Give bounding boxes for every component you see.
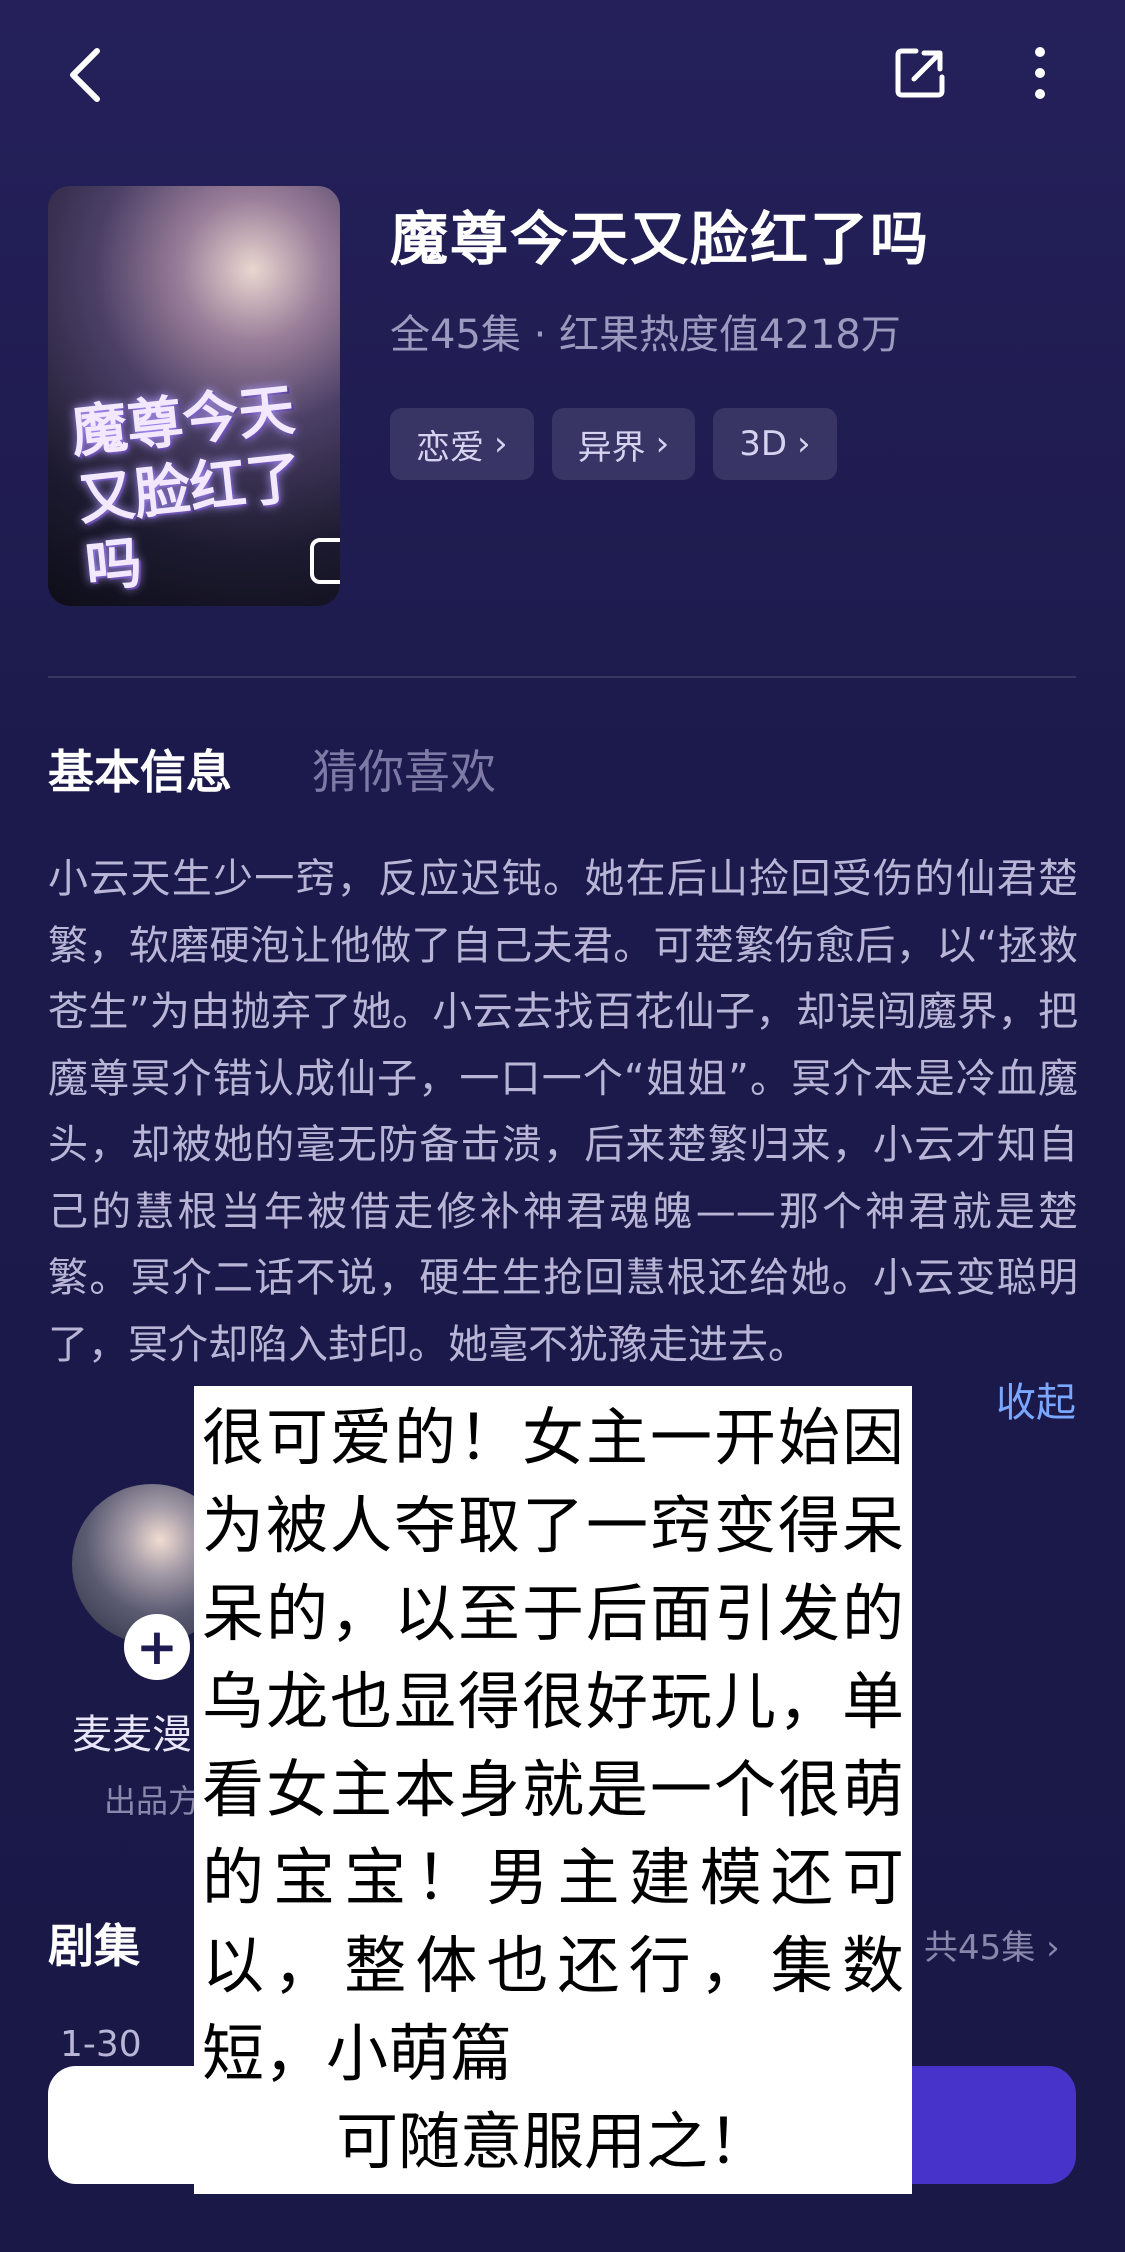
episodes-total-label: 共45集	[924, 1928, 1036, 1968]
chevron-right-icon: ›	[494, 424, 508, 464]
producer-role: 出品方	[104, 1782, 201, 1820]
cover-image-icon	[310, 538, 340, 584]
drama-cover[interactable]: 魔尊今天又脸红了吗	[48, 186, 340, 606]
chevron-right-icon: ›	[655, 424, 670, 464]
chevron-right-icon: ›	[797, 424, 811, 464]
share-button[interactable]	[880, 38, 960, 108]
synopsis-text: 小云天生少一窍，反应迟钝。她在后山捡回受伤的仙君楚繁，软磨硬泡让他做了自己夫君。…	[48, 856, 1078, 1368]
overlay-text: 很可爱的！女主一开始因为被人夺取了一窍变得呆呆的，以至于后面引发的乌龙也显得很好…	[202, 1401, 904, 2090]
tag-romance[interactable]: 恋爱 ›	[390, 408, 534, 480]
cover-title: 魔尊今天又脸红了吗	[68, 376, 305, 601]
collapse-link[interactable]: 收起	[996, 1370, 1076, 1428]
comment-overlay: 很可爱的！女主一开始因为被人夺取了一窍变得呆呆的，以至于后面引发的乌龙也显得很好…	[194, 1386, 912, 2194]
tag-label: 恋爱	[416, 427, 484, 468]
producer-name: 麦麦漫	[72, 1712, 192, 1758]
back-button[interactable]	[50, 40, 120, 110]
tag-label: 异界	[577, 427, 646, 468]
drama-title: 魔尊今天又脸红了吗	[390, 205, 931, 273]
episodes-total-link[interactable]: 共45集 ›	[924, 1920, 1060, 1969]
divider	[48, 676, 1076, 678]
tab-recommend[interactable]: 猜你喜欢	[312, 736, 496, 802]
tag-list: 恋爱 › 异界 › 3D ›	[390, 408, 837, 480]
episode-range-tab[interactable]: 1-30	[60, 2024, 142, 2065]
episodes-title: 剧集	[48, 1919, 140, 1973]
follow-button[interactable]: +	[124, 1614, 190, 1680]
chevron-left-icon	[70, 48, 100, 102]
share-icon	[895, 48, 945, 98]
chevron-right-icon: ›	[1046, 1928, 1060, 1968]
more-button[interactable]	[1010, 38, 1070, 108]
overlay-last-line: 可随意服用之！	[335, 2105, 770, 2178]
tab-basic-info[interactable]: 基本信息	[48, 736, 232, 802]
drama-meta: 全45集 · 红果热度值4218万	[390, 312, 901, 358]
more-vertical-icon	[1035, 47, 1045, 99]
tag-otherworld[interactable]: 异界 ›	[551, 408, 696, 480]
tag-3d[interactable]: 3D ›	[713, 408, 837, 480]
tag-label: 3D	[739, 424, 788, 464]
